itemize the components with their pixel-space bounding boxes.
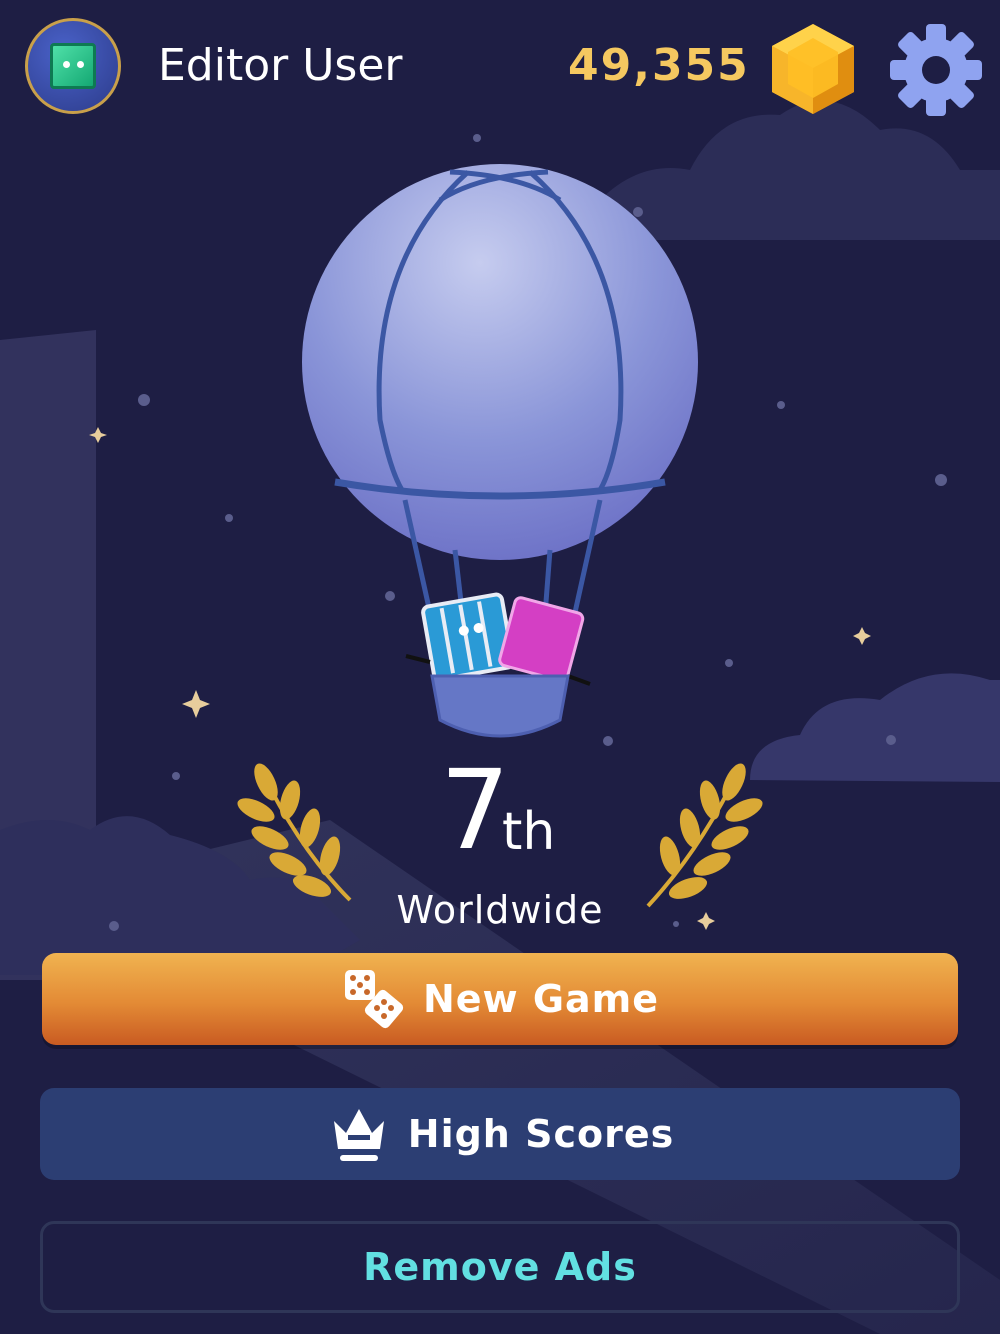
cloud-right (750, 673, 1000, 782)
hot-air-balloon-illustration (302, 164, 698, 738)
high-scores-button[interactable]: High Scores (40, 1088, 960, 1180)
avatar-eye (77, 61, 84, 68)
new-game-button[interactable]: New Game (42, 953, 958, 1045)
green-block-character-icon (50, 43, 96, 89)
coin-balance: 49,355 (568, 40, 750, 91)
new-game-label: New Game (422, 977, 660, 1021)
top-bar: Editor User 49,355 (0, 0, 1000, 140)
rank-position: 7 (440, 746, 510, 874)
avatar[interactable] (25, 18, 121, 114)
laurel-right (646, 763, 763, 908)
gold-hexagon-gem-icon (772, 24, 854, 114)
avatar-eye (63, 61, 70, 68)
remove-ads-label: Remove Ads (363, 1245, 637, 1289)
crown-icon (333, 1109, 384, 1161)
username: Editor User (158, 40, 403, 91)
gear-icon[interactable] (888, 22, 984, 118)
high-scores-label: High Scores (407, 1112, 675, 1156)
rank-scope-label: Worldwide (396, 888, 604, 932)
rank-suffix: th (502, 802, 556, 862)
remove-ads-button[interactable]: Remove Ads (40, 1221, 960, 1313)
dice-icon (344, 970, 404, 1029)
